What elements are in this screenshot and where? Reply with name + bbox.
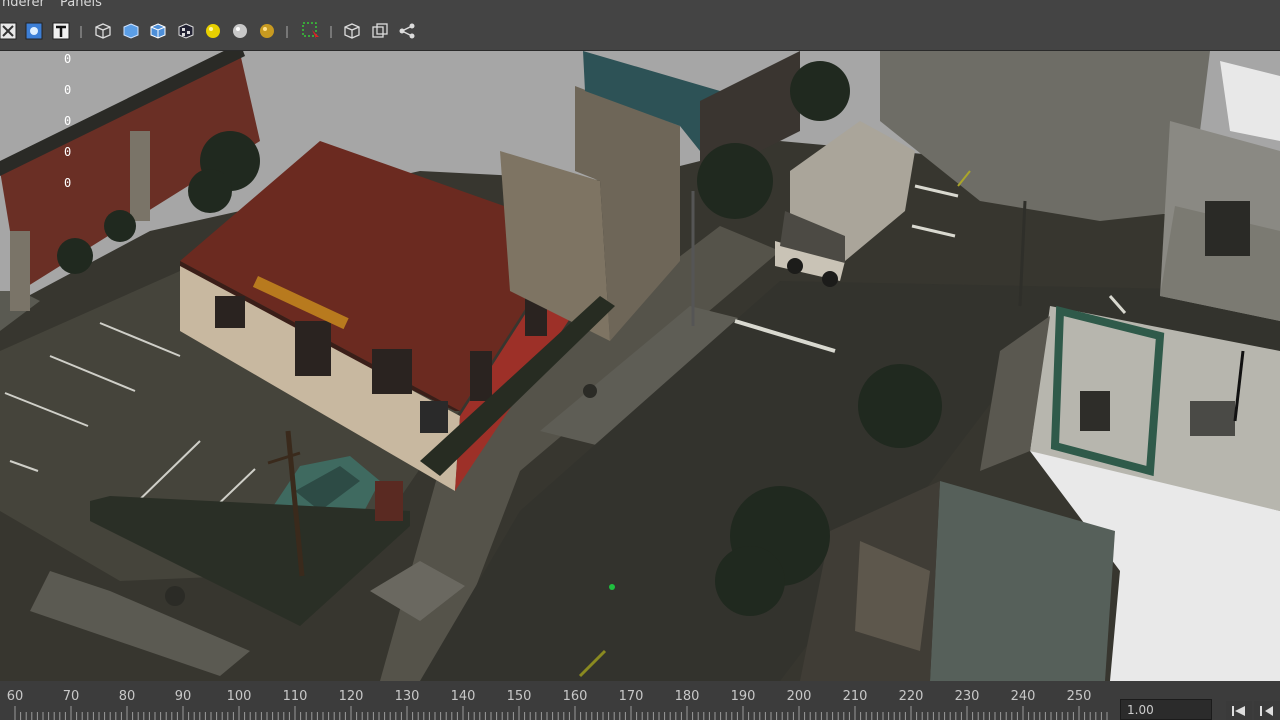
timeline-tick-label: 60 xyxy=(6,689,24,704)
viewport-toolbar xyxy=(0,12,1280,51)
timeline-tick-label: 70 xyxy=(62,689,80,704)
time-slider[interactable]: 60 70 80 90 100 110 120 130 140 150 160 170 180 190 20… xyxy=(0,681,1280,720)
timeline-tick-label: 130 xyxy=(394,689,420,704)
timeline-tick-label: 110 xyxy=(282,689,308,704)
timeline-tick-label: 80 xyxy=(118,689,136,704)
step-back-icon[interactable] xyxy=(1254,701,1280,720)
default-light-icon[interactable] xyxy=(230,21,250,41)
scene-render xyxy=(0,51,1280,681)
hierarchy-icon[interactable] xyxy=(397,21,417,41)
time-ruler xyxy=(14,706,1108,720)
menu-item-panels[interactable]: Panels xyxy=(60,0,102,10)
range-start-field[interactable]: 1.00 xyxy=(1120,699,1212,720)
timeline-tick-label: 160 xyxy=(562,689,588,704)
toolbar-separator xyxy=(286,26,288,38)
hud-value: 0 xyxy=(64,83,72,97)
timeline-tick-label: 230 xyxy=(954,689,980,704)
timeline-tick-label: 120 xyxy=(338,689,364,704)
timeline-tick-label: 180 xyxy=(674,689,700,704)
timeline-tick-label: 100 xyxy=(226,689,252,704)
go-to-start-icon[interactable] xyxy=(1226,701,1252,720)
menu-bar: nderer Panels xyxy=(0,0,1280,12)
timeline-tick-label: 220 xyxy=(898,689,924,704)
snap-icon[interactable] xyxy=(24,21,44,41)
timeline-tick-label: 150 xyxy=(506,689,532,704)
xray-icon[interactable] xyxy=(370,21,390,41)
select-camera-icon[interactable] xyxy=(301,21,321,41)
gold-light-icon[interactable] xyxy=(257,21,277,41)
timeline-tick-label: 140 xyxy=(450,689,476,704)
toolbar-separator xyxy=(80,26,82,38)
textured-cube-icon[interactable] xyxy=(148,21,168,41)
wireframe-cube-icon[interactable] xyxy=(93,21,113,41)
timeline-tick-label: 90 xyxy=(174,689,192,704)
toolbar-separator xyxy=(330,26,332,38)
yellow-light-icon[interactable] xyxy=(203,21,223,41)
timeline-tick-label: 200 xyxy=(786,689,812,704)
timeline-tick-label: 170 xyxy=(618,689,644,704)
checker-cube-icon[interactable] xyxy=(176,21,196,41)
timeline-tick-label: 250 xyxy=(1066,689,1092,704)
timeline-tick-label: 210 xyxy=(842,689,868,704)
hud-value: 0 xyxy=(64,114,72,128)
grid-off-icon[interactable] xyxy=(0,21,18,41)
menu-item-renderer[interactable]: nderer xyxy=(2,0,45,10)
3d-viewport[interactable]: 0 0 0 0 0 xyxy=(0,51,1280,681)
hud-value: 0 xyxy=(64,145,72,159)
shaded-cube-icon[interactable] xyxy=(121,21,141,41)
isolate-cube-icon[interactable] xyxy=(342,21,362,41)
hud-value: 0 xyxy=(64,52,72,66)
timeline-tick-label: 240 xyxy=(1010,689,1036,704)
text-icon[interactable] xyxy=(51,21,71,41)
hud-value: 0 xyxy=(64,176,72,190)
timeline-tick-label: 190 xyxy=(730,689,756,704)
